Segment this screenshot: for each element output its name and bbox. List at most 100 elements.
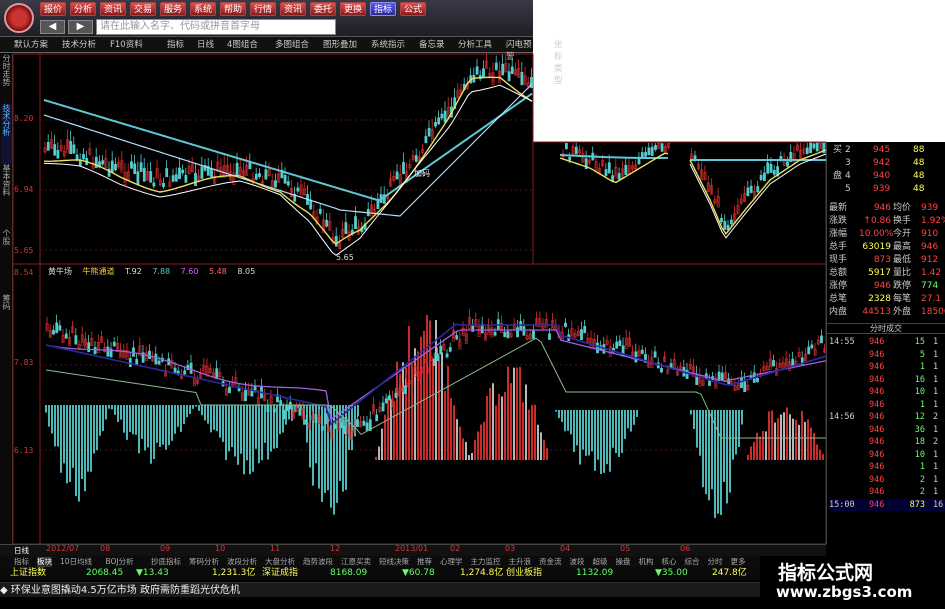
menu-button-12[interactable]: 公式	[400, 2, 427, 16]
tick-price: 946	[869, 449, 885, 460]
indicator-tab-18[interactable]: 操盘	[616, 557, 631, 567]
ticker-item: 1,231.3亿	[212, 568, 256, 578]
menu-button-4[interactable]: 服务	[160, 2, 187, 16]
quote-panel: 买 2 945 88 3 942 48 盘 4 940 48 5 939 48 最新 946 均价 939 涨跌 ↑0…	[826, 142, 945, 544]
toolbar-item-5[interactable]: 4图组合	[227, 39, 258, 51]
toolbar-item-1[interactable]: 技术分析	[62, 39, 96, 51]
left-tab-2[interactable]: 基本资料	[1, 164, 12, 224]
tick-vol: 1	[919, 362, 925, 372]
indicator-tab-9[interactable]: 江恩买卖	[341, 557, 371, 567]
news-bar[interactable]: ◆ 环保业意图撬动4.5万亿市场 政府需防重蹈光伏危机	[0, 582, 760, 597]
tick-vol: 12	[914, 412, 925, 422]
search-input[interactable]: 请在此输入名字、代码或拼音首字母	[96, 19, 336, 35]
y-label-sub-3: 6.13	[14, 446, 34, 455]
stat-key: 涨幅	[829, 229, 848, 239]
indicator-tab-17[interactable]: 超级	[593, 557, 608, 567]
indicator-tab-1[interactable]: 板块	[37, 557, 52, 567]
menu-button-0[interactable]: 报价	[40, 2, 67, 16]
tick-row: 946 1 1	[829, 399, 945, 412]
date-tick: 2012/07	[46, 544, 80, 553]
indicator-tab-2[interactable]: 10日均线	[60, 557, 92, 567]
order-book-label: 盘	[833, 171, 843, 181]
stat-key: 最低	[893, 255, 912, 265]
indicator-tab-21[interactable]: 综合	[685, 557, 700, 567]
tick-count: 1	[933, 362, 939, 372]
stat-row: 总笔 2328 每笔 27.1	[829, 293, 945, 306]
tick-vol: 16	[914, 374, 925, 385]
toolbar-item-6[interactable]: 多图组合	[275, 39, 309, 51]
left-tab-4[interactable]: 筹码	[1, 294, 12, 334]
order-book-vol: 88	[913, 145, 925, 155]
stat-key: 最新	[829, 203, 848, 213]
tick-price: 946	[869, 474, 885, 485]
ticker-item: ▼13.43	[136, 568, 169, 578]
toolbar-item-10[interactable]: 分析工具	[458, 39, 492, 51]
menu-button-10[interactable]: 更换	[340, 2, 367, 16]
forward-button[interactable]: ▶	[68, 20, 93, 34]
toolbar-item-9[interactable]: 备忘录	[419, 39, 445, 51]
menu-button-3[interactable]: 交易	[130, 2, 157, 16]
indicator-tab-19[interactable]: 机构	[639, 557, 654, 567]
stat-key: 内盘	[829, 307, 848, 317]
tick-price: 946	[869, 399, 885, 410]
toolbar-item-3[interactable]: 指标	[167, 39, 184, 51]
toolbar-item-7[interactable]: 图形叠加	[323, 39, 357, 51]
toolbar-item-8[interactable]: 系统指示	[371, 39, 405, 51]
indicator-tab-7[interactable]: 大盘分析	[265, 557, 295, 567]
y-label-sub-2: 7.83	[14, 358, 34, 367]
stat-value: 63019	[862, 242, 891, 252]
tick-count: 1	[933, 374, 939, 385]
toolbar-item-11[interactable]: 闪电预警	[506, 39, 533, 63]
indicator-tab-13[interactable]: 主力监控	[471, 557, 501, 567]
top-menu-bar: ◀ ▶ 请在此输入名字、代码或拼音首字母 报价 分析 资讯 交易 服务 系统 帮助 行情 资讯委…	[0, 0, 533, 37]
menu-button-1[interactable]: 分析	[70, 2, 97, 16]
indicator-tab-0[interactable]: 指标	[14, 557, 29, 567]
indicator-tab-6[interactable]: 波段分析	[227, 557, 257, 567]
left-tab-3[interactable]: 个股	[1, 229, 12, 269]
indicator-tab-22[interactable]: 分时	[708, 557, 723, 567]
indicator-tab-23[interactable]: 更多	[731, 557, 746, 567]
toolbar-item-2[interactable]: F10资料	[110, 39, 143, 51]
menu-button-6[interactable]: 帮助	[220, 2, 247, 16]
ticker-item: 1132.09	[576, 568, 614, 578]
tick-price: 946	[869, 337, 885, 347]
tick-count: 2	[933, 412, 939, 422]
stat-value: ↑0.86	[863, 216, 891, 226]
menu-button-5[interactable]: 系统	[190, 2, 217, 16]
indicator-tab-15[interactable]: 资金流	[539, 557, 562, 567]
indicator-tab-5[interactable]: 筹码分析	[189, 557, 219, 567]
indicator-tab-3[interactable]: BOJ分析	[106, 557, 134, 567]
indicator-tab-11[interactable]: 推荐	[417, 557, 432, 567]
menu-button-2[interactable]: 资讯	[100, 2, 127, 16]
tick-row: 946 16 1	[829, 374, 945, 387]
indicator-tab-16[interactable]: 波段	[570, 557, 585, 567]
indicator-tab-14[interactable]: 主升浪	[509, 557, 532, 567]
indicator-tab-10[interactable]: 短线决策	[379, 557, 409, 567]
menu-button-8[interactable]: 资讯	[280, 2, 307, 16]
indicator-tab-12[interactable]: 心理学	[440, 557, 463, 567]
indicator-tab-4[interactable]: 抄底指标	[151, 557, 181, 567]
indicator-tab-row: 指标 板块 10日均线 BOJ分析 抄底指标 筹码分析 波段分析 大盘分析 趋势波段 江恩买卖 短线…	[0, 556, 760, 567]
indicator-tab-8[interactable]: 趋势波段	[303, 557, 333, 567]
tick-count: 1	[933, 474, 939, 485]
left-tab-1[interactable]: 技术分析	[1, 104, 12, 164]
toolbar-item-12[interactable]: 坐标类型	[554, 39, 563, 87]
tick-vol: 873	[909, 499, 925, 510]
toolbar-item-0[interactable]: 默认方案	[14, 39, 48, 51]
tick-count: 1	[933, 462, 939, 472]
tick-vol: 5	[919, 349, 925, 360]
date-tick: 12	[330, 544, 341, 553]
news-text[interactable]: ◆ 环保业意图撬动4.5万亿市场 政府需防重蹈光伏危机	[0, 585, 240, 596]
tick-vol: 2	[919, 474, 925, 485]
toolbar-item-4[interactable]: 日线	[197, 39, 214, 51]
tick-count: 2	[933, 437, 939, 447]
indicator-tab-20[interactable]: 核心	[662, 557, 677, 567]
back-button[interactable]: ◀	[40, 20, 65, 34]
order-book-price: 942	[873, 158, 891, 168]
tick-row: 946 5 1	[829, 349, 945, 362]
menu-button-7[interactable]: 行情	[250, 2, 277, 16]
menu-button-9[interactable]: 委托	[310, 2, 337, 16]
stat-value: 5917	[868, 268, 891, 278]
menu-button-11[interactable]: 指标	[370, 2, 397, 16]
ticks-header[interactable]: 分时成交	[827, 323, 945, 334]
